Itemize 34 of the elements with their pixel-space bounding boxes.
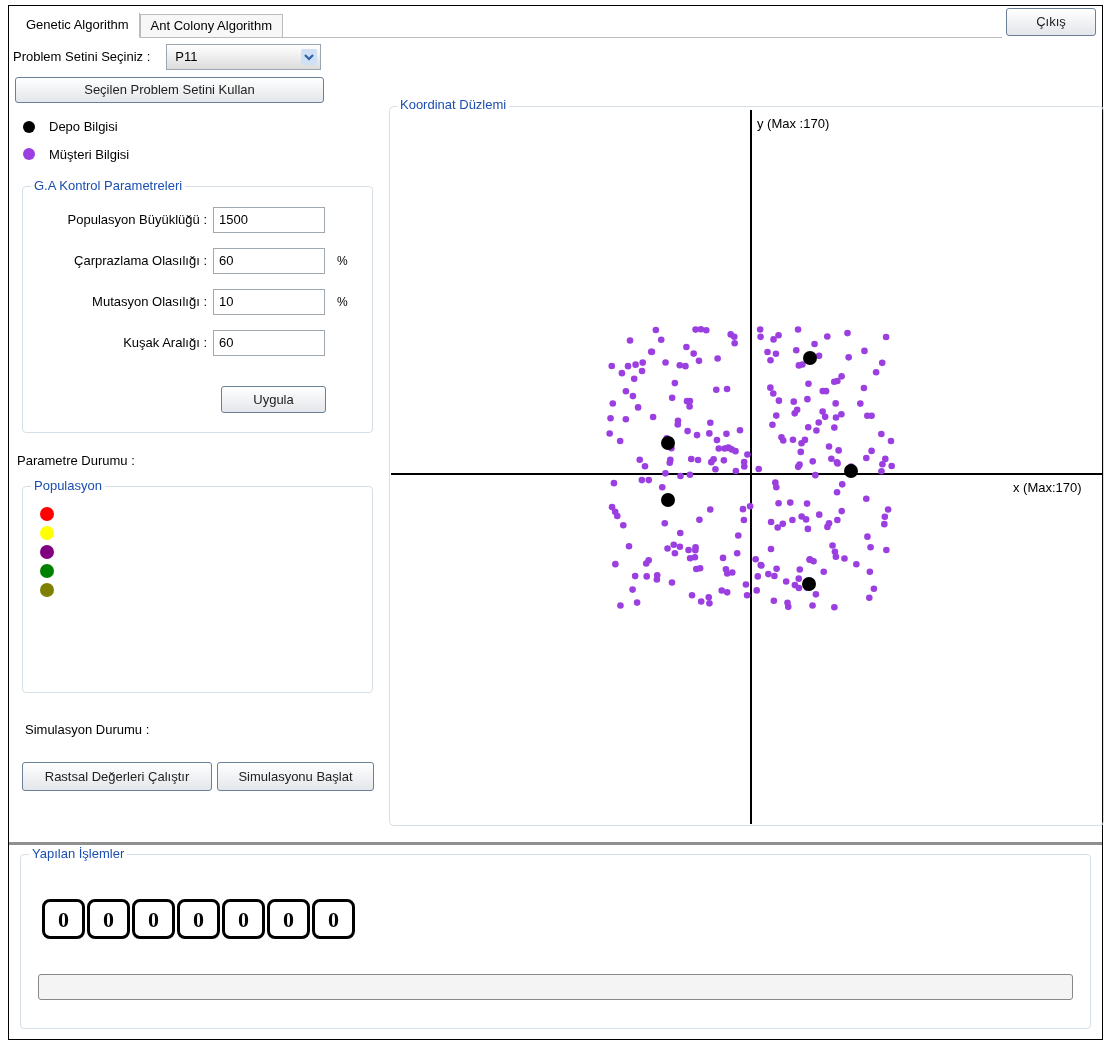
counter-digit: 0 [222,899,265,939]
start-simulation-button[interactable]: Simulasyonu Başlat [217,762,374,791]
legend-label: Müşteri Bilgisi [49,145,130,164]
input-field[interactable]: 1500 [213,207,325,233]
field-label: Populasyon Büyüklüğü : [66,211,208,230]
unit-label: % [337,294,348,311]
use-problem-set-button[interactable]: Seçilen Problem Setini Kullan [15,77,324,103]
input-field[interactable]: 60 [213,248,325,274]
tab[interactable]: Ant Colony Algorithm [139,14,283,38]
apply-button[interactable]: Uygula [221,386,326,413]
chevron-down-icon [301,49,318,65]
legend-label: Depo Bilgisi [49,118,118,136]
random-values-button[interactable]: Rastsal Değerleri Çalıştır [22,762,212,791]
input-field[interactable]: 10 [213,289,325,315]
status-label: Simulasyon Durumu : [25,720,151,739]
status-label: Parametre Durumu : [17,452,136,470]
counter-digit: 0 [177,899,220,939]
exit-button[interactable]: Çıkış [1006,8,1096,36]
unit-label: % [337,253,348,270]
counter-digit: 0 [312,899,355,939]
y-axis-label: y (Max :170) [757,115,830,133]
field-label: Çarprazlama Olasılığı : [73,252,208,271]
tab[interactable]: Genetic Algorithm [15,12,140,38]
field-label: Problem Setini Seçiniz : [13,48,151,67]
problem-set-dropdown[interactable]: P11 [166,44,322,70]
field-label: Mutasyon Olasılığı : [91,293,208,312]
counter-digit: 0 [132,899,175,939]
field-label: Kuşak Aralığı : [122,334,208,353]
x-axis-label: x (Max:170) [1013,479,1082,497]
counter-digit: 0 [87,899,130,939]
group-title: Yapılan İşlemler [29,846,128,862]
input-field[interactable]: 60 [213,330,325,356]
counter-digit: 0 [42,899,85,939]
counter-digit: 0 [267,899,310,939]
